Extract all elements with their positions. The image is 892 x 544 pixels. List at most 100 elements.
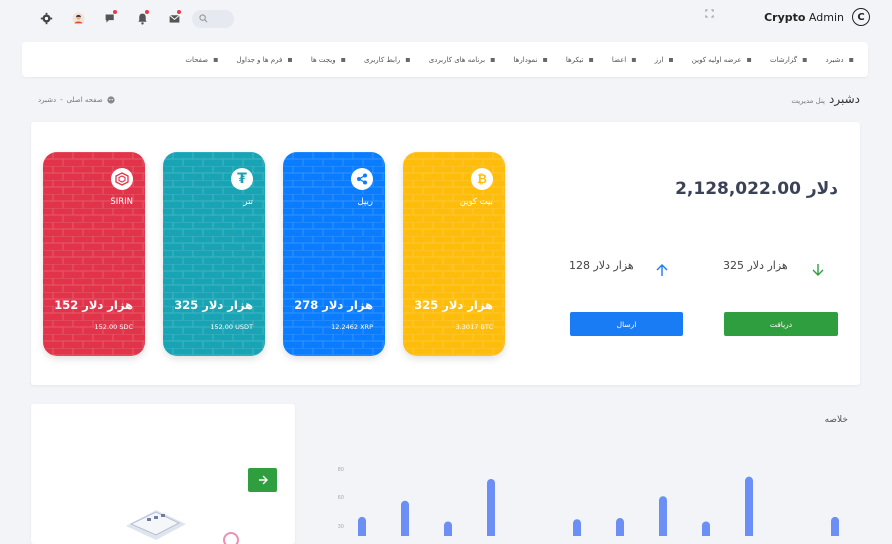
charts-icon: ▪ <box>542 55 548 64</box>
coin-name: SIRIN <box>110 197 133 207</box>
bell-badge <box>145 10 149 14</box>
chart-bar[interactable] <box>358 516 366 536</box>
currency-icon: ▪ <box>668 55 674 64</box>
menu-item-tickers[interactable]: ▪ تیکرها <box>566 55 594 64</box>
brand-logo-icon: C <box>852 8 870 26</box>
menu-item-apps[interactable]: ▪ برنامه های کاربردی <box>429 55 496 64</box>
arrow-down-icon <box>812 264 824 276</box>
chart-bar[interactable] <box>444 521 452 537</box>
top-bar: Crypto Admin C <box>0 0 892 38</box>
coin-name: بیت کوین <box>459 197 493 207</box>
coin-name: ریپل <box>357 197 373 207</box>
menu-item-label: نمودارها <box>513 55 538 64</box>
total-balance: 2,128,022.00 دلار <box>675 179 838 199</box>
promo-widget <box>31 404 295 544</box>
chart-bar[interactable] <box>616 518 624 536</box>
ripple-icon <box>351 168 373 190</box>
send-button[interactable]: ارسال <box>570 312 683 336</box>
chat-badge <box>113 10 117 14</box>
menu-item-ui[interactable]: ▪ رابط کاربری <box>364 55 411 64</box>
menu-item-members[interactable]: ▪ اعضا <box>612 55 637 64</box>
coin-amount: 325 هزار دلار <box>414 298 493 312</box>
wallet-panel: 2,128,022.00 دلار 325 هزار دلار 128 هزار… <box>31 122 860 385</box>
menu-item-label: گزارشات <box>769 55 798 64</box>
menu-item-widgets[interactable]: ▪ ویجت ها <box>311 55 346 64</box>
breadcrumb-home[interactable]: صفحه اصلی <box>67 96 103 104</box>
page-title: دشبرد <box>829 92 860 106</box>
menu-item-reports[interactable]: ▪ گزارشات <box>770 55 808 64</box>
menu-item-label: رابط کاربری <box>364 55 401 64</box>
arrow-up-icon <box>656 264 668 276</box>
y-tick-label: 30 <box>338 524 344 530</box>
server-illustration-icon <box>126 510 239 544</box>
coin-card-tether[interactable]: ₮ تتر 325 هزار دلار 152.00 USDT <box>163 152 265 356</box>
chart-bar[interactable] <box>573 519 581 536</box>
fullscreen-icon[interactable] <box>705 9 714 21</box>
chart-bar[interactable] <box>401 500 409 536</box>
page-header: دشبرد پنل مدیریت <box>791 92 860 106</box>
menu-item-label: دشبرد <box>825 55 844 64</box>
bitcoin-icon: ₿ <box>471 168 493 190</box>
bell-icon[interactable] <box>132 8 152 28</box>
breadcrumb: دشبرد - صفحه اصلی <box>38 96 115 104</box>
menu-item-label: عرضه اولیه کوین <box>691 55 742 64</box>
search-input[interactable] <box>192 10 234 28</box>
coin-card-sirin[interactable]: SIRIN 152 هزار دلار 152.00 SDC <box>43 152 145 356</box>
apps-icon: ▪ <box>490 55 496 64</box>
arrow-right-icon <box>258 475 268 485</box>
summary-title: خلاصه <box>824 415 848 425</box>
go-button[interactable] <box>248 468 277 492</box>
chat-icon[interactable] <box>100 8 120 28</box>
chart-bar[interactable] <box>487 478 495 536</box>
chart-bar[interactable] <box>659 496 667 536</box>
tickers-icon: ▪ <box>588 55 594 64</box>
menu-item-charts[interactable]: ▪ نمودارها <box>514 55 548 64</box>
coin-card-ripple[interactable]: ریپل 278 هزار دلار 12.2462 XRP <box>283 152 385 356</box>
coin-quantity: 152.00 SDC <box>94 323 133 331</box>
tether-icon: ₮ <box>231 168 253 190</box>
settings-icon[interactable] <box>36 8 56 28</box>
menu-item-label: ارز <box>654 55 664 64</box>
coin-card-bitcoin[interactable]: ₿ بیت کوین 325 هزار دلار 3.3017 BTC <box>403 152 505 356</box>
menu-item-label: تیکرها <box>565 55 584 64</box>
menu-item-ico[interactable]: ▪ عرضه اولیه کوین <box>692 55 752 64</box>
chart-bar[interactable] <box>831 516 839 536</box>
menu-item-dashboard[interactable]: ▪ دشبرد <box>826 55 855 64</box>
coin-quantity: 3.3017 BTC <box>455 323 493 331</box>
receive-button[interactable]: دریافت <box>724 312 838 336</box>
ico-icon: ▪ <box>746 55 752 64</box>
menu-item-forms[interactable]: ▪ فرم ها و جداول <box>237 55 293 64</box>
received-amount: 325 هزار دلار <box>723 259 788 272</box>
summary-chart: 80 60 30 <box>338 467 839 537</box>
menu-item-label: ویجت ها <box>310 55 336 64</box>
reports-icon: ▪ <box>802 55 808 64</box>
coin-amount: 278 هزار دلار <box>294 298 373 312</box>
y-tick-label: 60 <box>338 495 344 501</box>
members-icon: ▪ <box>631 55 637 64</box>
mail-badge <box>177 10 181 14</box>
breadcrumb-separator: - <box>60 96 63 104</box>
menu-item-label: فرم ها و جداول <box>236 55 283 64</box>
coin-amount: 152 هزار دلار <box>54 298 133 312</box>
coin-amount: 325 هزار دلار <box>174 298 253 312</box>
ui-icon: ▪ <box>405 55 411 64</box>
widgets-icon: ▪ <box>340 55 347 64</box>
menu-item-currency[interactable]: ▪ ارز <box>655 55 674 64</box>
coin-quantity: 152.00 USDT <box>210 323 253 331</box>
coin-name: تتر <box>243 197 253 207</box>
forms-icon: ▪ <box>287 55 293 64</box>
chart-bar[interactable] <box>702 521 710 537</box>
main-menu: ▪ دشبرد ▪ گزارشات ▪ عرضه اولیه کوین ▪ ارز ▪ اعضا ▪… <box>22 42 868 77</box>
menu-item-label: برنامه های کاربردی <box>428 55 486 64</box>
y-tick-label: 80 <box>338 467 344 473</box>
sent-amount: 128 هزار دلار <box>569 259 634 272</box>
avatar[interactable] <box>68 8 88 28</box>
sirin-icon <box>111 168 133 190</box>
mail-icon[interactable] <box>164 8 184 28</box>
menu-item-label: صفحات <box>185 55 209 64</box>
menu-item-pages[interactable]: ▪ صفحات <box>185 55 218 64</box>
home-icon <box>107 96 115 104</box>
chart-bar[interactable] <box>745 476 753 536</box>
brand[interactable]: Crypto Admin C <box>764 8 870 26</box>
brand-name: Crypto Admin <box>764 10 844 24</box>
